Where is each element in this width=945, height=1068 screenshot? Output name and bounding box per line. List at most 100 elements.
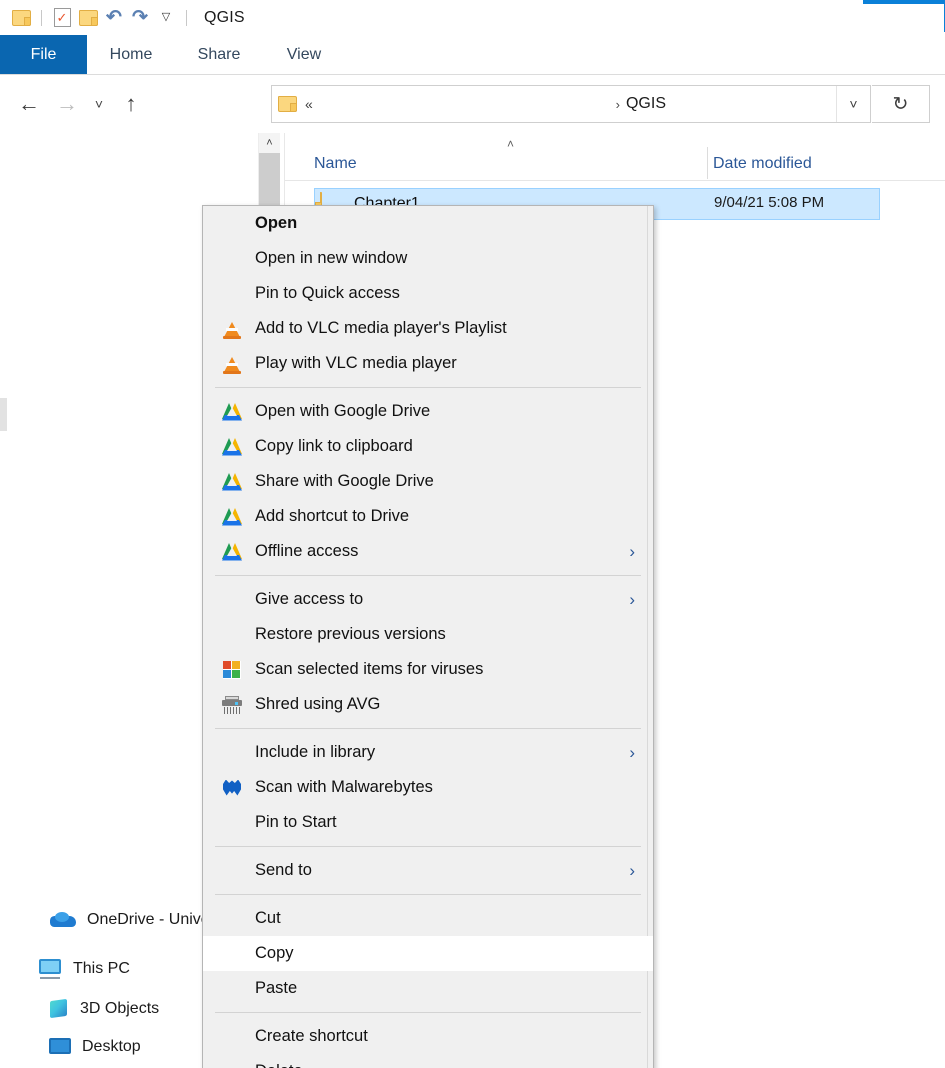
- menu-item-paste[interactable]: Paste: [203, 971, 653, 1006]
- menu-item-label: Share with Google Drive: [255, 472, 434, 490]
- menu-item-add-shortcut-to-drive[interactable]: Add shortcut to Drive: [203, 499, 653, 534]
- no-icon: [217, 1061, 247, 1068]
- menu-item-label: Pin to Quick access: [255, 284, 400, 302]
- no-icon: [217, 624, 247, 646]
- no-icon: [217, 812, 247, 834]
- google-drive-icon: [217, 506, 247, 528]
- menu-item-copy[interactable]: Copy: [203, 936, 653, 971]
- column-header-date-modified[interactable]: Date modified: [713, 147, 812, 181]
- menu-item-label: Cut: [255, 909, 281, 927]
- explorer-body: OneDrive - University c This PC 3D Objec…: [0, 133, 945, 1068]
- tab-share[interactable]: Share: [175, 35, 263, 74]
- menu-item-add-to-vlc-playlist[interactable]: Add to VLC media player's Playlist: [203, 311, 653, 346]
- menu-item-label: Copy: [255, 944, 294, 962]
- menu-item-scan-with-malwarebytes[interactable]: Scan with Malwarebytes: [203, 770, 653, 805]
- redo-icon[interactable]: ↷: [127, 5, 153, 31]
- window-accent-bar: [863, 0, 945, 4]
- menu-item-label: Open with Google Drive: [255, 402, 431, 420]
- menu-item-open-with-google-drive[interactable]: Open with Google Drive: [203, 394, 653, 429]
- menu-item-give-access-to[interactable]: Give access to ›: [203, 582, 653, 617]
- menu-item-label: Scan with Malwarebytes: [255, 778, 433, 796]
- submenu-chevron-icon: ›: [629, 590, 635, 609]
- no-icon: [217, 248, 247, 270]
- menu-item-share-with-google-drive[interactable]: Share with Google Drive: [203, 464, 653, 499]
- customize-dropdown-icon[interactable]: ▽: [153, 5, 179, 31]
- menu-item-label: Create shortcut: [255, 1027, 368, 1045]
- menu-item-label: Paste: [255, 979, 298, 997]
- menu-item-label: Offline access: [255, 542, 359, 560]
- menu-item-create-shortcut[interactable]: Create shortcut: [203, 1019, 653, 1054]
- vlc-icon: [217, 318, 247, 340]
- folder-icon[interactable]: [8, 5, 34, 31]
- menu-item-label: Play with VLC media player: [255, 354, 457, 372]
- column-header-label: Name: [314, 155, 357, 172]
- back-button[interactable]: ←: [10, 85, 48, 123]
- menu-item-scan-selected-items-for-viruses[interactable]: Scan selected items for viruses: [203, 652, 653, 687]
- toolbar-divider: [41, 9, 42, 26]
- sidebar-item-desktop[interactable]: Desktop: [49, 1034, 141, 1060]
- google-drive-icon: [217, 401, 247, 423]
- recent-locations-button[interactable]: ˅: [86, 85, 112, 123]
- submenu-chevron-icon: ›: [629, 743, 635, 762]
- menu-item-restore-previous-versions[interactable]: Restore previous versions: [203, 617, 653, 652]
- menu-item-label: Pin to Start: [255, 813, 337, 831]
- column-header-name[interactable]: Name: [314, 147, 357, 181]
- menu-item-pin-to-quick-access[interactable]: Pin to Quick access: [203, 276, 653, 311]
- menu-separator: [215, 728, 641, 729]
- menu-item-send-to[interactable]: Send to ›: [203, 853, 653, 888]
- breadcrumb-dropdown-icon[interactable]: ˅: [836, 86, 870, 122]
- menu-item-pin-to-start[interactable]: Pin to Start: [203, 805, 653, 840]
- properties-icon[interactable]: ✓: [49, 5, 75, 31]
- menu-item-play-with-vlc[interactable]: Play with VLC media player: [203, 346, 653, 381]
- title-bar: ✓ ↶ ↷ ▽ QGIS: [0, 0, 945, 35]
- menu-item-include-in-library[interactable]: Include in library ›: [203, 735, 653, 770]
- chevron-down-icon: ˅: [94, 96, 104, 112]
- menu-item-label: Send to: [255, 861, 312, 879]
- menu-item-shred-using-avg[interactable]: Shred using AVG: [203, 687, 653, 722]
- breadcrumb-bar[interactable]: « › QGIS ˅: [271, 85, 871, 123]
- menu-item-open[interactable]: Open: [203, 206, 653, 241]
- no-icon: [217, 283, 247, 305]
- breadcrumb-current[interactable]: QGIS: [626, 95, 666, 113]
- new-folder-icon[interactable]: [75, 5, 101, 31]
- sidebar-item-3d-objects[interactable]: 3D Objects: [49, 996, 159, 1022]
- menu-separator: [215, 387, 641, 388]
- scroll-up-icon[interactable]: ˄: [259, 133, 280, 153]
- column-header-label: Date modified: [713, 155, 812, 172]
- menu-item-label: Restore previous versions: [255, 625, 446, 643]
- sidebar-item-label: 3D Objects: [80, 1000, 160, 1017]
- menu-item-cut[interactable]: Cut: [203, 901, 653, 936]
- menu-item-label: Give access to: [255, 590, 364, 608]
- onedrive-icon: [50, 911, 76, 929]
- forward-button[interactable]: →: [48, 85, 86, 123]
- 3d-objects-icon: [49, 998, 69, 1019]
- sort-ascending-icon[interactable]: ˄: [507, 137, 514, 151]
- undo-icon[interactable]: ↶: [101, 5, 127, 31]
- menu-item-open-in-new-window[interactable]: Open in new window: [203, 241, 653, 276]
- avg-icon: [217, 659, 247, 681]
- sidebar-item-this-pc[interactable]: This PC: [38, 956, 130, 982]
- menu-item-copy-link-to-clipboard[interactable]: Copy link to clipboard: [203, 429, 653, 464]
- column-divider[interactable]: [707, 147, 708, 179]
- no-icon: [217, 213, 247, 235]
- refresh-button[interactable]: ↻: [872, 85, 930, 123]
- tab-view[interactable]: View: [263, 35, 345, 74]
- menu-item-label: Include in library: [255, 743, 376, 761]
- no-icon: [217, 908, 247, 930]
- malwarebytes-icon: [217, 777, 247, 799]
- tab-home[interactable]: Home: [87, 35, 175, 74]
- sidebar-item-label: This PC: [73, 960, 130, 977]
- pane-splitter-grip[interactable]: [0, 398, 7, 431]
- tab-file[interactable]: File: [0, 35, 87, 74]
- menu-item-offline-access[interactable]: Offline access ›: [203, 534, 653, 569]
- sidebar-item-label: Desktop: [82, 1038, 141, 1055]
- up-arrow-icon: ↑: [125, 91, 137, 116]
- menu-item-label: Copy link to clipboard: [255, 437, 413, 455]
- breadcrumb-overflow-icon[interactable]: «: [305, 96, 313, 112]
- google-drive-icon: [217, 436, 247, 458]
- menu-item-delete[interactable]: Delete: [203, 1054, 653, 1068]
- menu-separator: [215, 575, 641, 576]
- up-button[interactable]: ↑: [112, 85, 150, 123]
- vlc-icon: [217, 353, 247, 375]
- submenu-chevron-icon: ›: [629, 861, 635, 880]
